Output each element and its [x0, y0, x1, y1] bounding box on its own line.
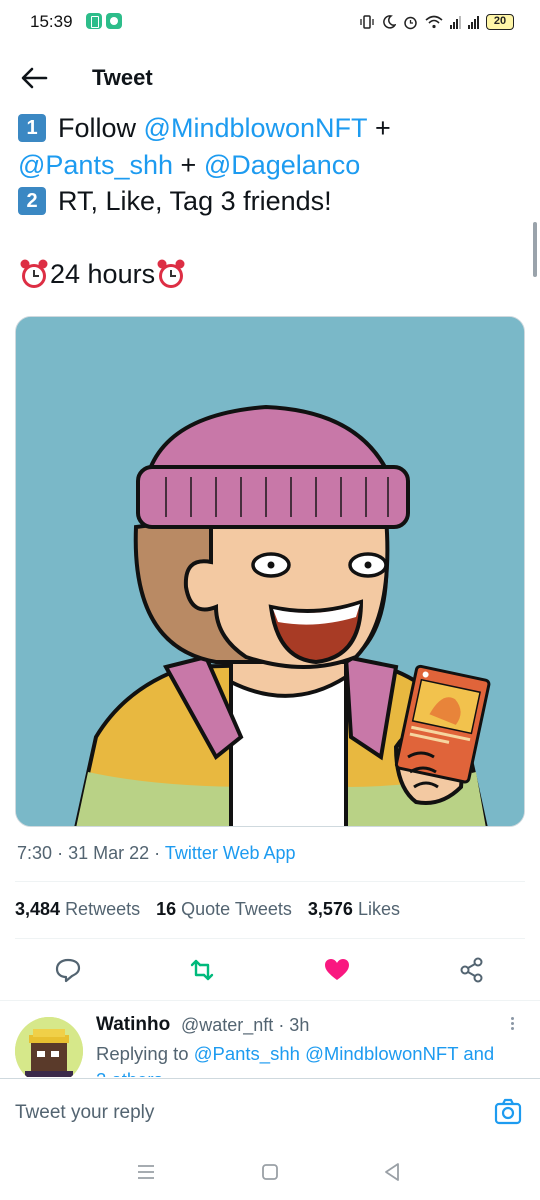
notification-app-icon	[86, 13, 102, 29]
follow-text: Follow	[58, 113, 137, 143]
triangle-back-icon	[385, 1163, 399, 1181]
replying-and: and	[463, 1043, 495, 1064]
camera-icon	[494, 1098, 522, 1125]
menu-nav-button[interactable]	[134, 1160, 158, 1184]
quotes-stat[interactable]: 16 Quote Tweets	[156, 899, 292, 920]
tweet-line-2: @Pants_shh + @Dagelanco	[18, 147, 518, 184]
replying-prefix: Replying to	[96, 1043, 189, 1064]
meta-separator: ·	[57, 843, 64, 863]
reply-handle-time: @water_nft · 3h	[181, 1015, 310, 1035]
tweet-image[interactable]	[15, 316, 525, 827]
back-nav-button[interactable]	[380, 1160, 404, 1184]
like-button[interactable]	[323, 956, 351, 984]
alarm-icon	[404, 16, 417, 29]
share-icon	[460, 957, 483, 983]
menu-icon	[138, 1165, 154, 1179]
quotes-count: 16	[156, 899, 177, 919]
meta-separator: ·	[154, 843, 161, 863]
system-icons: 20	[359, 12, 514, 32]
home-nav-button[interactable]	[258, 1160, 282, 1184]
page-title: Tweet	[92, 65, 153, 90]
mention-link[interactable]: @Pants_shh	[18, 147, 173, 184]
replying-to: Replying to @Pants_shh @MindblowonNFT an…	[96, 1043, 494, 1065]
duration-text: 24 hours	[50, 259, 156, 289]
square-icon	[262, 1164, 278, 1180]
tweet-stats: 3,484 Retweets 16 Quote Tweets 3,576 Lik…	[15, 899, 400, 920]
divider	[15, 881, 525, 882]
vibrate-icon	[360, 15, 374, 29]
comment-icon	[55, 958, 81, 983]
mention-link[interactable]: @Pants_shh	[194, 1043, 300, 1064]
instructions-text: RT, Like, Tag 3 friends!	[58, 186, 332, 216]
tweet-time: 7:30	[17, 843, 53, 863]
tweet-text: 1 Follow @MindblowonNFT + @Pants_shh + @…	[18, 110, 518, 293]
plus-text: +	[375, 113, 391, 143]
replying-others-link[interactable]: 2 others	[96, 1069, 163, 1077]
tweet-line-4: 24 hours	[18, 256, 518, 293]
tweet-line-1: 1 Follow @MindblowonNFT +	[18, 110, 518, 147]
status-time: 15:39	[30, 12, 73, 31]
reply-composer: Tweet your reply	[0, 1078, 540, 1146]
retweet-button[interactable]	[188, 956, 216, 984]
back-button[interactable]	[14, 60, 54, 96]
wifi-icon	[425, 15, 443, 29]
cartoon-illustration	[16, 317, 524, 826]
alarm-clock-icon	[20, 259, 48, 289]
arrow-left-icon	[21, 67, 48, 89]
quotes-label: Quote Tweets	[181, 899, 292, 919]
tweet-date: 31 Mar 22	[68, 843, 150, 863]
retweets-stat[interactable]: 3,484 Retweets	[15, 899, 140, 920]
status-bar: 15:39 20	[0, 0, 540, 46]
notification-chat-icon	[106, 13, 122, 29]
likes-count: 3,576	[307, 899, 353, 919]
retweets-label: Retweets	[65, 899, 141, 919]
keycap-two-emoji: 2	[18, 187, 46, 216]
retweets-count: 3,484	[15, 899, 61, 919]
tweet-actions	[0, 950, 540, 990]
signal-icon	[450, 15, 461, 29]
scrollbar[interactable]	[533, 222, 537, 277]
moon-icon	[383, 15, 396, 29]
mention-link[interactable]: @Dagelanco	[204, 147, 361, 184]
avatar[interactable]	[15, 1017, 83, 1077]
battery-indicator: 20	[486, 14, 514, 30]
system-nav-bar	[0, 1146, 540, 1200]
plus-text: +	[180, 149, 197, 180]
likes-label: Likes	[357, 899, 400, 919]
alarm-clock-icon	[157, 259, 185, 289]
mention-link[interactable]: @MindblowonNFT	[144, 110, 368, 147]
tweet-source-link[interactable]: Twitter Web App	[165, 843, 296, 863]
keycap-one-emoji: 1	[18, 114, 46, 143]
pixel-avatar-icon	[15, 1017, 83, 1077]
reply-tweet[interactable]: Watinho @water_nft · 3h Replying to @Pan…	[0, 1000, 540, 1077]
likes-stat[interactable]: 3,576 Likes	[308, 899, 400, 920]
mention-link[interactable]: @MindblowonNFT	[305, 1043, 458, 1064]
reply-input[interactable]: Tweet your reply	[15, 1102, 154, 1124]
heart-icon	[325, 959, 349, 980]
tweet-line-3: 2 RT, Like, Tag 3 friends!	[18, 183, 518, 220]
retweet-icon	[190, 959, 214, 981]
reply-button[interactable]	[54, 956, 82, 984]
divider	[15, 938, 525, 939]
app-header: Tweet	[0, 48, 540, 108]
tweet-meta: 7:30 · 31 Mar 22 · Twitter Web App	[17, 843, 296, 864]
reply-author-name[interactable]: Watinho	[96, 1014, 170, 1036]
more-options-button[interactable]	[504, 1015, 520, 1035]
camera-button[interactable]	[494, 1098, 522, 1126]
share-button[interactable]	[458, 956, 486, 984]
signal-icon	[468, 15, 479, 29]
